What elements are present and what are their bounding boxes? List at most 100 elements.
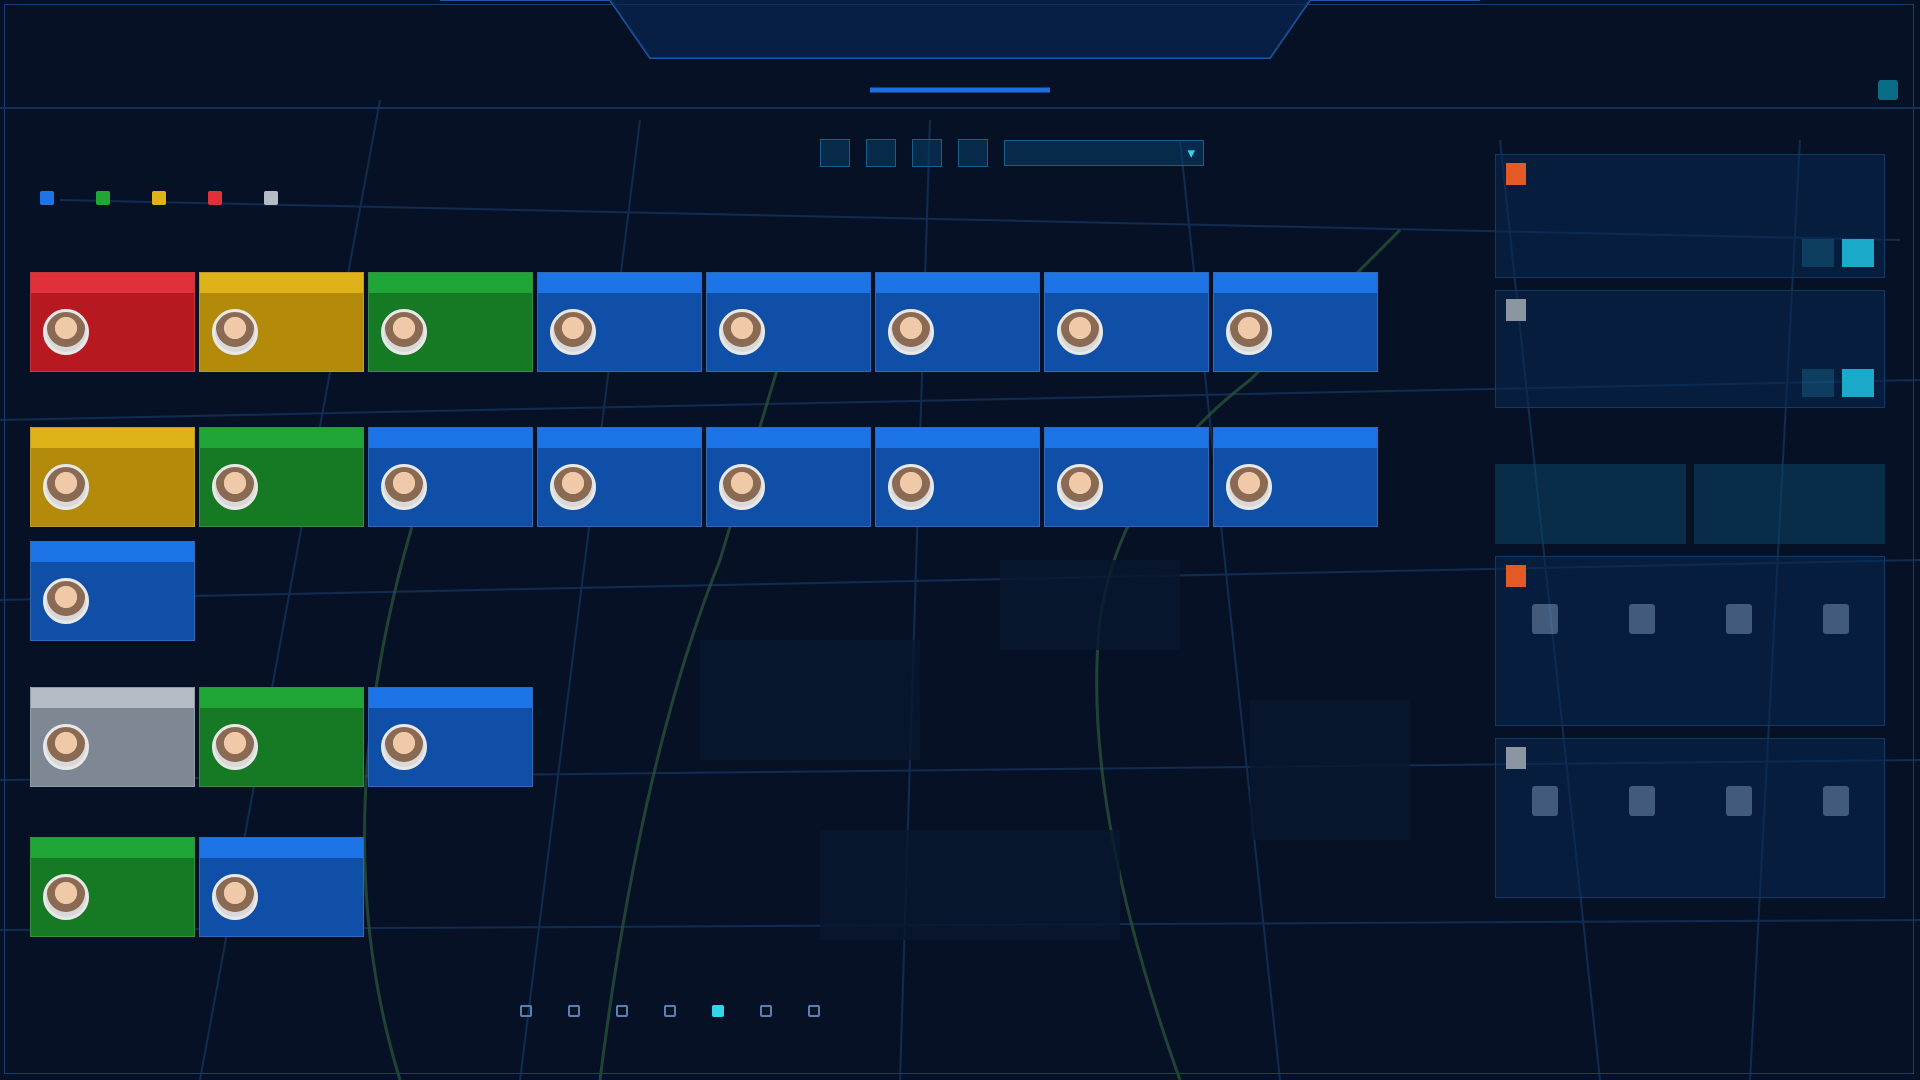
legend-swatch-yellow (152, 191, 166, 205)
alert-primary-button[interactable] (1842, 369, 1874, 397)
slot-icon (1531, 604, 1558, 634)
avatar (719, 464, 765, 510)
alert-tag (1506, 163, 1526, 185)
slot-icon (1822, 786, 1849, 816)
card-caption (1214, 273, 1377, 293)
person-card[interactable] (199, 687, 364, 787)
card-caption (538, 273, 701, 293)
status-legend (40, 191, 286, 205)
filter-button-4[interactable] (958, 139, 988, 167)
filter-button-2[interactable] (866, 139, 896, 167)
header-decoration (0, 0, 1920, 109)
alert-secondary-button[interactable] (1802, 369, 1834, 397)
card-group (30, 655, 1390, 787)
slot-icon (1822, 604, 1849, 634)
legend-swatch-green (96, 191, 110, 205)
avatar (381, 309, 427, 355)
group-label (30, 805, 1390, 831)
footer-item[interactable] (520, 1005, 540, 1017)
person-card[interactable] (30, 272, 195, 372)
task-slots (1496, 604, 1884, 644)
footer-item-icon (760, 1005, 772, 1017)
filter-select[interactable]: ▾ (1004, 140, 1204, 166)
legend-swatch-gray (264, 191, 278, 205)
card-caption (31, 428, 194, 448)
person-card[interactable] (30, 687, 195, 787)
footer-item[interactable] (760, 1005, 780, 1017)
footer-item[interactable] (808, 1005, 828, 1017)
card-row (30, 837, 1390, 937)
person-card[interactable] (706, 272, 871, 372)
footer-item-icon (616, 1005, 628, 1017)
person-card[interactable] (537, 427, 702, 527)
avatar (1057, 309, 1103, 355)
filter-bar: ▾ (820, 139, 1204, 167)
group-label (30, 395, 1390, 421)
card-caption (31, 273, 194, 293)
footer-item-icon (712, 1005, 724, 1017)
alert-card[interactable] (1495, 154, 1885, 278)
settings-icon[interactable] (1878, 80, 1898, 100)
person-card[interactable] (875, 272, 1040, 372)
avatar (888, 464, 934, 510)
legend-swatch-red (208, 191, 222, 205)
task-tag (1506, 565, 1526, 587)
section2-header (1495, 424, 1885, 464)
alert-actions (1802, 369, 1874, 397)
person-card[interactable] (706, 427, 871, 527)
person-card[interactable] (1213, 427, 1378, 527)
alert-primary-button[interactable] (1842, 239, 1874, 267)
footer-item-icon (568, 1005, 580, 1017)
filter-button-3[interactable] (912, 139, 942, 167)
card-caption (1045, 273, 1208, 293)
person-card[interactable] (199, 837, 364, 937)
stat-box (1495, 464, 1686, 544)
person-card[interactable] (537, 272, 702, 372)
legend-swatch-blue (40, 191, 54, 205)
person-card[interactable] (1213, 272, 1378, 372)
slot-icon (1628, 604, 1655, 634)
card-caption (369, 273, 532, 293)
card-caption (1214, 428, 1377, 448)
legend-item (96, 191, 118, 205)
card-caption (707, 273, 870, 293)
task-card[interactable] (1495, 556, 1885, 726)
card-caption (369, 428, 532, 448)
person-card[interactable] (30, 837, 195, 937)
avatar (888, 309, 934, 355)
footer-item[interactable] (568, 1005, 588, 1017)
person-card[interactable] (199, 427, 364, 527)
person-card[interactable] (875, 427, 1040, 527)
avatar (43, 724, 89, 770)
card-group (30, 240, 1390, 372)
card-caption (1045, 428, 1208, 448)
legend-item (152, 191, 174, 205)
person-card[interactable] (30, 541, 195, 641)
person-card[interactable] (368, 687, 533, 787)
person-card[interactable] (1044, 427, 1209, 527)
person-card[interactable] (1044, 272, 1209, 372)
avatar (550, 464, 596, 510)
person-card[interactable] (30, 427, 195, 527)
slot-icon (1628, 786, 1655, 816)
card-caption (200, 688, 363, 708)
filter-button-1[interactable] (820, 139, 850, 167)
person-card[interactable] (199, 272, 364, 372)
avatar (212, 309, 258, 355)
person-card[interactable] (368, 272, 533, 372)
chevron-down-icon: ▾ (1187, 145, 1195, 162)
footer-item[interactable] (712, 1005, 732, 1017)
card-caption (369, 688, 532, 708)
avatar (381, 464, 427, 510)
alert-card[interactable] (1495, 290, 1885, 408)
person-card[interactable] (368, 427, 533, 527)
alert-secondary-button[interactable] (1802, 239, 1834, 267)
task-card[interactable] (1495, 738, 1885, 898)
task-tag (1506, 747, 1526, 769)
footer-item[interactable] (664, 1005, 684, 1017)
avatar (212, 464, 258, 510)
header (0, 0, 1920, 112)
slot-icon (1531, 786, 1558, 816)
card-caption (876, 428, 1039, 448)
footer-item[interactable] (616, 1005, 636, 1017)
